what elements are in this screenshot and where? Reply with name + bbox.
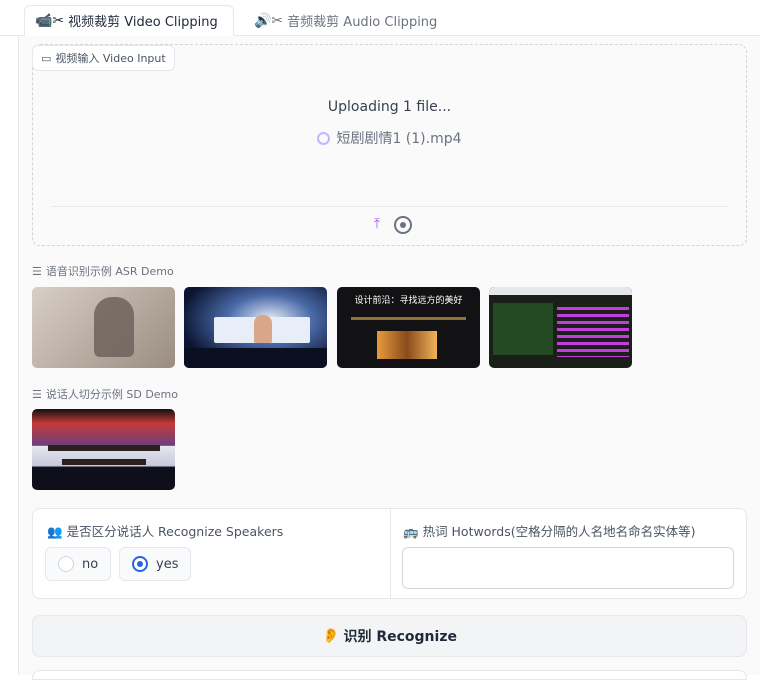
sd-demo-label-text: 说话人切分示例 SD Demo xyxy=(45,388,179,401)
ear-icon: 👂 xyxy=(322,628,340,644)
options-row: 👥 是否区分说话人 Recognize Speakers no yes 🚌 热词… xyxy=(32,508,747,599)
sd-demo-label: ☰ 说话人切分示例 SD Demo xyxy=(32,386,178,402)
list-icon: ☰ xyxy=(32,265,42,278)
thumbnail-bar xyxy=(351,317,466,320)
asr-demo-label-text: 语音识别示例 ASR Demo xyxy=(45,265,174,278)
loading-spinner-icon xyxy=(317,132,331,145)
hotwords-input[interactable] xyxy=(402,547,734,589)
people-icon: 👥 xyxy=(47,524,63,539)
thumbnail-browser-bar xyxy=(489,287,632,295)
tab-video-clipping[interactable]: 📹✂ 视频裁剪 Video Clipping xyxy=(24,5,234,36)
bus-icon: 🚌 xyxy=(403,524,419,539)
thumbnail-figure xyxy=(94,297,134,357)
tab-audio-clipping[interactable]: 🔊✂ 音频裁剪 Audio Clipping xyxy=(244,5,454,36)
upload-filename-text: 短剧剧情1 (1).mp4 xyxy=(336,131,462,147)
thumbnail-bars xyxy=(557,307,629,357)
recognize-speakers-label: 👥 是否区分说话人 Recognize Speakers xyxy=(47,521,283,540)
asr-demo-thumbnail-1[interactable] xyxy=(32,287,175,368)
hotwords-label-text: 热词 Hotwords(空格分隔的人名地名命名实体等) xyxy=(422,524,696,539)
radio-dot xyxy=(58,556,74,572)
recognize-speakers-label-text: 是否区分说话人 Recognize Speakers xyxy=(66,524,284,539)
thumbnail-caption-line xyxy=(48,445,160,451)
thumbnail-audience xyxy=(184,348,327,368)
webcam-icon[interactable] xyxy=(394,216,412,234)
sd-demo-thumbnail-1[interactable] xyxy=(32,409,175,490)
divider xyxy=(390,509,391,598)
radio-label: no xyxy=(82,556,99,572)
radio-yes[interactable]: yes xyxy=(119,547,192,581)
audio-scissors-icon: 🔊✂ xyxy=(254,12,284,29)
asr-demo-thumbnail-4[interactable] xyxy=(489,287,632,368)
asr-demo-thumbnail-3[interactable]: 设计前沿：寻找远方的美好 xyxy=(337,287,480,368)
tab-bar: 📹✂ 视频裁剪 Video Clipping 🔊✂ 音频裁剪 Audio Cli… xyxy=(0,0,760,36)
asr-demo-thumbnail-2[interactable] xyxy=(184,287,327,368)
thumbnail-speaker xyxy=(254,315,272,343)
divider xyxy=(52,206,728,207)
asr-demo-label: ☰ 语音识别示例 ASR Demo xyxy=(32,263,174,279)
list-icon: ☰ xyxy=(32,388,42,401)
video-camera-icon: ▭ xyxy=(41,51,52,65)
thumbnail-caption-line xyxy=(62,459,146,465)
hotwords-label: 🚌 热词 Hotwords(空格分隔的人名地名命名实体等) xyxy=(403,521,695,540)
video-input-label-text: 视频输入 Video Input xyxy=(55,52,166,65)
tab-label: 视频裁剪 Video Clipping xyxy=(68,15,218,30)
video-scissors-icon: 📹✂ xyxy=(35,12,65,29)
thumbnail-shelf xyxy=(377,331,437,359)
radio-label: yes xyxy=(156,556,179,572)
radio-no[interactable]: no xyxy=(45,547,112,581)
upload-status: Uploading 1 file... xyxy=(327,99,452,115)
upload-icon[interactable]: ⤒ xyxy=(368,216,386,234)
thumbnail-title: 设计前沿：寻找远方的美好 xyxy=(354,296,463,306)
thumbnail-text-block xyxy=(493,303,553,355)
recognize-button-label: 识别 Recognize xyxy=(343,629,457,645)
output-box xyxy=(32,670,747,680)
upload-filename: 短剧剧情1 (1).mp4 xyxy=(32,128,747,148)
recognize-button[interactable]: 👂 识别 Recognize xyxy=(32,615,747,657)
video-input-label: ▭ 视频输入 Video Input xyxy=(32,45,175,71)
radio-dot xyxy=(132,556,148,572)
tab-label: 音频裁剪 Audio Clipping xyxy=(287,15,438,30)
